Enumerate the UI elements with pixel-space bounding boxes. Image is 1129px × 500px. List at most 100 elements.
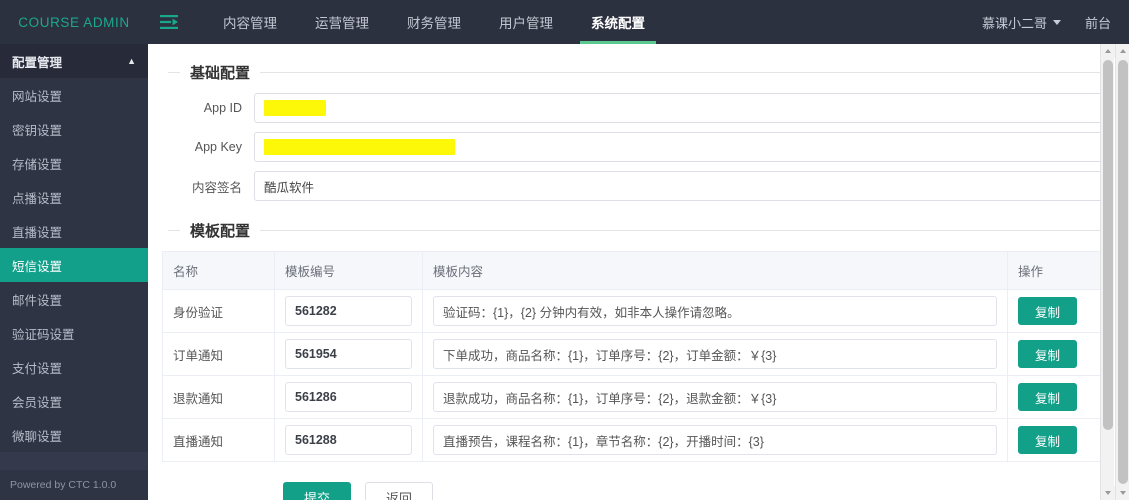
sms-template-table: 名称 模板编号 模板内容 操作 身份验证 561282 验证码：{1}，{2} … [162,251,1103,462]
sidebar-item-captcha[interactable]: 验证码设置 [0,316,148,350]
back-button[interactable]: 返回 [365,482,434,500]
signature-input[interactable]: 酷瓜软件 [254,171,1103,201]
form-row-appid: App ID [162,93,1103,123]
nav-tab-operation[interactable]: 运营管理 [296,0,388,44]
template-code-input[interactable]: 561288 [285,425,412,455]
row-content-cell: 验证码：{1}，{2} 分钟内有效，如非本人操作请忽略。 [422,289,1008,333]
sidebar-item-payment[interactable]: 支付设置 [0,350,148,384]
form-row-signature: 内容签名 酷瓜软件 [162,171,1103,201]
nav-tab-content[interactable]: 内容管理 [204,0,296,44]
row-action-cell: 复制 [1007,375,1103,419]
legend-line-right-2 [260,230,1103,231]
appkey-input[interactable] [254,132,1103,162]
sidebar-item-sms[interactable]: 短信设置 [0,248,148,282]
basic-config-legend: 基础配置 [162,56,1103,93]
row-name-cell: 订单通知 [162,332,275,376]
chevron-down-icon [1052,19,1061,25]
template-content-input[interactable]: 下单成功，商品名称：{1}，订单序号：{2}，订单金额：￥{3} [433,339,997,369]
admin-page: COURSE ADMIN 内容管理 运营管理 财务管理 用户管理 系统配置 慕课… [0,0,1129,500]
page-body: 配置管理 ▲ 网站设置 密钥设置 存储设置 点播设置 直播设置 短信设置 邮件设… [0,44,1129,500]
row-action-cell: 复制 [1007,289,1103,333]
sidebar-item-member[interactable]: 会员设置 [0,384,148,418]
brand-logo[interactable]: COURSE ADMIN [0,0,148,44]
page-scrollbar-thumb[interactable] [1118,60,1128,484]
template-code-input[interactable]: 561286 [285,382,412,412]
template-content-input[interactable]: 验证码：{1}，{2} 分钟内有效，如非本人操作请忽略。 [433,296,997,326]
row-content-cell: 直播预告，课程名称：{1}，章节名称：{2}，开播时间：{3} [422,418,1008,462]
form-actions: 提交 返回 [162,466,1103,500]
scroll-up-arrow-icon[interactable] [1101,44,1115,58]
row-content-cell: 下单成功，商品名称：{1}，订单序号：{2}，订单金额：￥{3} [422,332,1008,376]
template-config-legend: 模板配置 [162,214,1103,251]
column-header-action: 操作 [1007,251,1103,290]
sidebar-item-chat[interactable]: 微聊设置 [0,418,148,452]
content-scrollbar[interactable] [1100,44,1115,500]
header-right: 慕课小二哥 前台 [968,0,1129,44]
template-content-input[interactable]: 直播预告，课程名称：{1}，章节名称：{2}，开播时间：{3} [433,425,997,455]
menu-fold-icon[interactable] [148,0,192,44]
sidebar-group-config[interactable]: 配置管理 ▲ [0,44,148,78]
sidebar-item-live[interactable]: 直播设置 [0,214,148,248]
row-code-cell: 561282 [274,289,423,333]
legend-line-left-2 [168,230,180,231]
basic-config-section: 基础配置 App ID App Key 内容签名 酷瓜软件 [162,56,1103,210]
scroll-down-arrow-icon[interactable] [1101,486,1115,500]
chevron-up-icon: ▲ [127,55,136,66]
row-action-cell: 复制 [1007,332,1103,376]
nav-tab-finance[interactable]: 财务管理 [388,0,480,44]
page-scroll-up-arrow-icon[interactable] [1116,44,1129,58]
appid-input[interactable] [254,93,1103,123]
nav-tab-system[interactable]: 系统配置 [572,0,664,44]
user-menu-label: 慕课小二哥 [981,15,1047,31]
page-scroll-down-arrow-icon[interactable] [1116,486,1129,500]
sidebar-item-storage[interactable]: 存储设置 [0,146,148,180]
sidebar-spacer [0,452,148,470]
template-code-input[interactable]: 561282 [285,296,412,326]
appkey-field-wrap [254,132,1103,162]
legend-line-left [168,72,180,73]
column-header-code: 模板编号 [274,251,423,290]
frontend-link[interactable]: 前台 [1075,13,1111,32]
table-row: 直播通知 561288 直播预告，课程名称：{1}，章节名称：{2}，开播时间：… [162,418,1103,462]
template-config-title: 模板配置 [190,223,251,240]
sidebar-item-email[interactable]: 邮件设置 [0,282,148,316]
sidebar-item-secretkey[interactable]: 密钥设置 [0,112,148,146]
sidebar-group-label: 配置管理 [12,55,63,70]
signature-field-wrap: 酷瓜软件 [254,171,1103,201]
user-menu[interactable]: 慕课小二哥 [968,13,1075,32]
copy-button[interactable]: 复制 [1018,426,1078,454]
content-scrollbar-thumb[interactable] [1103,60,1113,430]
main-nav-tabs: 内容管理 运营管理 财务管理 用户管理 系统配置 [204,0,664,44]
sidebar-item-vod[interactable]: 点播设置 [0,180,148,214]
copy-button[interactable]: 复制 [1018,383,1078,411]
row-name-cell: 直播通知 [162,418,275,462]
appkey-redacted-value [264,139,455,155]
column-header-name: 名称 [162,251,275,290]
nav-tab-user[interactable]: 用户管理 [480,0,572,44]
appid-redacted-value [264,100,326,116]
sidebar-item-website[interactable]: 网站设置 [0,78,148,112]
appid-field-wrap [254,93,1103,123]
row-content-cell: 退款成功，商品名称：{1}，订单序号：{2}，退款金额：￥{3} [422,375,1008,419]
column-header-content: 模板内容 [422,251,1008,290]
row-code-cell: 561954 [274,332,423,376]
copy-button[interactable]: 复制 [1018,340,1078,368]
sidebar: 配置管理 ▲ 网站设置 密钥设置 存储设置 点播设置 直播设置 短信设置 邮件设… [0,44,148,500]
template-config-section: 模板配置 名称 模板编号 模板内容 操作 身份验证 561282 验证码：{1}… [162,214,1103,462]
copy-button[interactable]: 复制 [1018,297,1078,325]
signature-label: 内容签名 [191,180,242,195]
table-head: 名称 模板编号 模板内容 操作 [162,251,1103,290]
basic-config-title: 基础配置 [190,65,251,82]
template-code-input[interactable]: 561954 [285,339,412,369]
form-row-appkey: App Key [162,132,1103,162]
legend-line-right [260,72,1103,73]
table-header-row: 名称 模板编号 模板内容 操作 [162,251,1103,290]
submit-button[interactable]: 提交 [283,482,352,500]
row-name-cell: 身份验证 [162,289,275,333]
template-content-input[interactable]: 退款成功，商品名称：{1}，订单序号：{2}，退款金额：￥{3} [433,382,997,412]
page-scrollbar[interactable] [1115,44,1129,500]
table-row: 订单通知 561954 下单成功，商品名称：{1}，订单序号：{2}，订单金额：… [162,332,1103,376]
row-action-cell: 复制 [1008,419,1103,462]
main-content: 基础配置 App ID App Key 内容签名 酷瓜软件 模板配置 名称 模板… [148,44,1129,500]
row-code-cell: 561288 [274,418,423,462]
